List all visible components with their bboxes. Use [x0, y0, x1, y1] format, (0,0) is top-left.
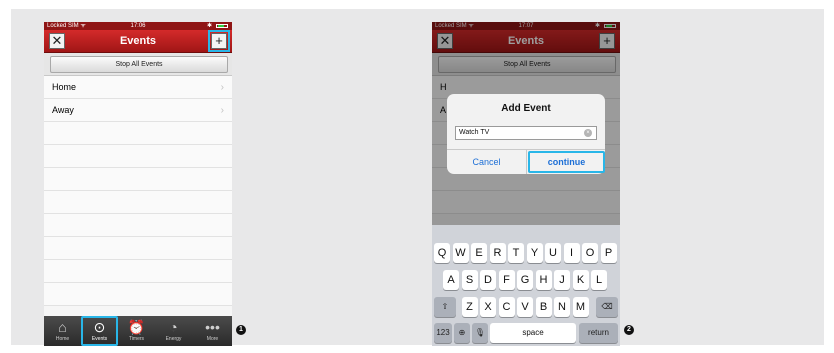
plus-icon: + — [215, 33, 223, 48]
tab-label: Energy — [165, 336, 182, 342]
tab-timers[interactable]: ⏰ Timers — [118, 316, 155, 346]
tab-label: More — [206, 336, 219, 342]
key[interactable]: M — [572, 297, 589, 317]
microphone-icon[interactable]: 🎙 — [472, 323, 488, 343]
key[interactable]: H — [535, 270, 552, 290]
key[interactable]: R — [489, 243, 506, 263]
step-marker-1: 1 — [236, 325, 246, 335]
backspace-icon: ⌫ — [601, 302, 613, 311]
alarm-clock-icon: ⏰ — [127, 319, 146, 335]
events-screen: Locked SIM ᯤ 17:06 ✱ ✕ Events + Stop All… — [44, 22, 232, 346]
numbers-key[interactable]: 123 — [434, 323, 452, 343]
key[interactable]: W — [452, 243, 469, 263]
key[interactable]: O — [582, 243, 598, 263]
key[interactable]: U — [545, 243, 561, 263]
tab-label: Home — [55, 336, 70, 342]
step-marker-2: 2 — [624, 325, 634, 335]
key[interactable]: C — [498, 297, 515, 317]
key[interactable]: D — [480, 270, 496, 290]
key[interactable]: N — [554, 297, 570, 317]
key[interactable]: E — [471, 243, 487, 263]
empty-row — [44, 122, 232, 145]
clock: 17:06 — [130, 23, 146, 29]
play-icon: ⊙ — [93, 319, 106, 335]
tab-label: Timers — [128, 336, 145, 342]
key[interactable]: I — [563, 243, 580, 263]
event-label: Home — [52, 82, 77, 92]
tab-bar: ⌂ Home ⊙ Events ⏰ Timers ◔ Energy ••• Mo… — [44, 316, 232, 346]
gauge-icon: ◔ — [169, 319, 178, 335]
stop-all-events-button[interactable]: Stop All Events — [50, 56, 228, 73]
tab-label: Events — [91, 336, 108, 342]
chevron-right-icon: › — [220, 82, 224, 93]
key[interactable]: T — [508, 243, 524, 263]
space-key[interactable]: space — [490, 323, 576, 343]
key[interactable]: S — [461, 270, 478, 290]
key[interactable]: B — [535, 297, 552, 317]
key[interactable]: Q — [434, 243, 450, 263]
backspace-key[interactable]: ⌫ — [596, 297, 618, 317]
more-icon: ••• — [205, 319, 220, 335]
figure-panel: Locked SIM ᯤ 17:06 ✱ ✕ Events + Stop All… — [11, 9, 824, 346]
home-icon: ⌂ — [58, 319, 67, 335]
event-name-input[interactable]: Watch TV × — [455, 126, 597, 140]
stop-bar: Stop All Events — [44, 53, 232, 76]
key[interactable]: Y — [526, 243, 543, 263]
continue-button[interactable]: continue — [527, 150, 606, 174]
tab-more[interactable]: ••• More — [194, 316, 231, 346]
events-list: Home › Away › — [44, 76, 232, 306]
key[interactable]: Z — [461, 297, 478, 317]
empty-row — [44, 168, 232, 191]
tab-energy[interactable]: ◔ Energy — [155, 316, 192, 346]
empty-row — [44, 237, 232, 260]
chevron-right-icon: › — [220, 105, 224, 116]
tab-home[interactable]: ⌂ Home — [44, 316, 81, 346]
tab-events[interactable]: ⊙ Events — [81, 316, 118, 346]
empty-row — [44, 191, 232, 214]
empty-row — [44, 283, 232, 306]
keyboard: Q W E R T Y U I O P A S D F G H J K L ⇧ … — [432, 225, 620, 346]
list-item[interactable]: Away › — [44, 99, 232, 122]
key[interactable]: K — [572, 270, 589, 290]
list-item[interactable]: Home › — [44, 76, 232, 99]
cancel-button[interactable]: Cancel — [447, 150, 526, 174]
key[interactable]: A — [443, 270, 459, 290]
add-event-screen: Locked SIM ᯤ 17:07 ✱ ✕ Events + Stop All… — [432, 22, 620, 346]
input-value: Watch TV — [459, 129, 490, 136]
key[interactable]: V — [517, 297, 533, 317]
bluetooth-icon: ✱ — [206, 23, 212, 29]
key[interactable]: F — [498, 270, 515, 290]
empty-row — [44, 260, 232, 283]
shift-icon: ⇧ — [441, 302, 449, 311]
key[interactable]: J — [554, 270, 570, 290]
page-title: Events — [119, 35, 157, 47]
shift-key[interactable]: ⇧ — [434, 297, 456, 317]
key[interactable]: P — [600, 243, 617, 263]
clear-icon[interactable]: × — [584, 129, 592, 137]
event-label: Away — [52, 105, 74, 115]
nav-bar: ✕ Events + — [44, 30, 232, 53]
battery-icon — [216, 24, 228, 28]
return-key[interactable]: return — [579, 323, 618, 343]
empty-row — [44, 214, 232, 237]
empty-row — [44, 145, 232, 168]
key[interactable]: X — [480, 297, 496, 317]
key[interactable]: G — [517, 270, 533, 290]
dialog-title: Add Event — [501, 103, 551, 114]
globe-icon[interactable]: ⊕ — [454, 323, 470, 343]
status-bar: Locked SIM ᯤ 17:06 ✱ — [44, 22, 232, 30]
add-event-dialog: Add Event Watch TV × Cancel continue — [447, 94, 605, 174]
key[interactable]: L — [591, 270, 607, 290]
add-event-button[interactable]: + — [208, 30, 230, 52]
